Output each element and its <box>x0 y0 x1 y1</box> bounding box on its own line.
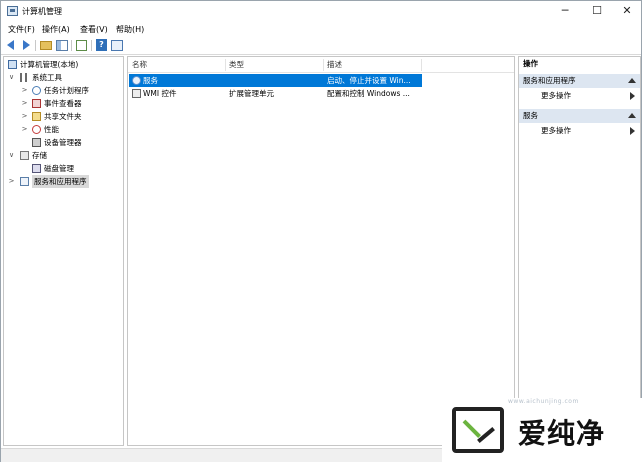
results-list: 名称 类型 描述 服务 启动、停止并设置 Win... WMI 控件 扩展管理单… <box>127 56 515 446</box>
collapse-caret-icon[interactable] <box>628 113 636 118</box>
submenu-arrow-icon <box>630 92 635 100</box>
expand-chevron-icon[interactable]: > <box>21 110 28 123</box>
storage-icon <box>20 151 29 160</box>
action-group-services-applications[interactable]: 服务和应用程序 <box>519 74 640 88</box>
column-header-description[interactable]: 描述 <box>327 59 342 71</box>
toolbar-separator <box>35 40 36 51</box>
forward-arrow-icon <box>23 40 30 50</box>
computer-icon <box>8 60 17 69</box>
toolbar: ? <box>1 37 641 55</box>
close-button[interactable]: ✕ <box>612 1 642 21</box>
toolbar-separator <box>71 40 72 51</box>
title-bar: 计算机管理 ─ ☐ ✕ <box>1 1 641 21</box>
watermark-url: www.aichunjing.com <box>508 398 579 405</box>
properties-icon <box>111 40 123 51</box>
expand-chevron-icon[interactable]: > <box>8 175 15 188</box>
window-title: 计算机管理 <box>22 7 62 16</box>
properties-button[interactable] <box>110 39 124 52</box>
shared-folder-icon <box>32 112 41 121</box>
event-viewer-icon <box>32 99 41 108</box>
performance-icon <box>32 125 41 134</box>
menu-view[interactable]: 查看(V) <box>80 24 108 35</box>
export-list-button[interactable] <box>75 39 89 52</box>
console-tree: 计算机管理(本地) ∨ 系统工具 > 任务计划程序 > 事件查看器 > 共享文件… <box>3 56 124 446</box>
column-divider[interactable] <box>323 59 324 71</box>
computer-management-window: 计算机管理 ─ ☐ ✕ 文件(F) 操作(A) 查看(V) 帮助(H) ? 计算… <box>0 0 642 462</box>
toolbar-separator <box>91 40 92 51</box>
more-actions-item[interactable]: 更多操作 <box>519 124 640 138</box>
actions-pane: 操作 服务和应用程序 更多操作 服务 更多操作 <box>518 56 641 446</box>
list-item-services[interactable]: 服务 启动、停止并设置 Win... <box>129 74 422 87</box>
submenu-arrow-icon <box>630 127 635 135</box>
collapse-chevron-icon[interactable]: ∨ <box>8 149 15 162</box>
column-divider[interactable] <box>421 59 422 71</box>
computer-management-icon <box>7 6 18 16</box>
export-list-icon <box>76 40 87 51</box>
expand-chevron-icon[interactable]: > <box>21 97 28 110</box>
brand-logo-icon <box>452 407 504 453</box>
column-header-name[interactable]: 名称 <box>132 59 147 71</box>
help-icon: ? <box>96 39 107 51</box>
disk-management-icon <box>32 164 41 173</box>
tools-icon <box>20 73 27 82</box>
back-button[interactable] <box>5 39 19 52</box>
watermark: www.aichunjing.com 爱纯净 <box>442 398 642 462</box>
menu-help[interactable]: 帮助(H) <box>116 24 144 35</box>
wmi-control-icon <box>132 89 141 98</box>
forward-button[interactable] <box>19 39 33 52</box>
clock-icon <box>32 86 41 95</box>
menu-file[interactable]: 文件(F) <box>8 24 35 35</box>
device-manager-icon <box>32 138 41 147</box>
expand-chevron-icon[interactable]: > <box>21 84 28 97</box>
show-hide-tree-button[interactable] <box>55 39 69 52</box>
collapse-chevron-icon[interactable]: ∨ <box>8 71 15 84</box>
watermark-brand: 爱纯净 <box>518 417 606 450</box>
collapse-caret-icon[interactable] <box>628 78 636 83</box>
help-button[interactable]: ? <box>95 39 109 52</box>
services-applications-icon <box>20 177 29 186</box>
actions-title: 操作 <box>523 59 538 68</box>
column-header-type[interactable]: 类型 <box>229 59 244 71</box>
action-group-services[interactable]: 服务 <box>519 109 640 123</box>
show-tree-icon <box>56 40 68 51</box>
list-item-wmi-control[interactable]: WMI 控件 扩展管理单元 配置和控制 Windows ... <box>129 87 422 100</box>
column-divider[interactable] <box>225 59 226 71</box>
menu-bar: 文件(F) 操作(A) 查看(V) 帮助(H) <box>1 21 641 37</box>
more-actions-item[interactable]: 更多操作 <box>519 89 640 103</box>
minimize-button[interactable]: ─ <box>550 1 580 21</box>
folder-up-icon <box>40 41 52 50</box>
back-arrow-icon <box>7 40 14 50</box>
maximize-button[interactable]: ☐ <box>582 1 612 21</box>
expand-chevron-icon[interactable]: > <box>21 123 28 136</box>
services-gear-icon <box>132 76 141 85</box>
up-one-level-button[interactable] <box>39 39 53 52</box>
list-header: 名称 类型 描述 <box>128 57 514 73</box>
menu-action[interactable]: 操作(A) <box>42 24 70 35</box>
